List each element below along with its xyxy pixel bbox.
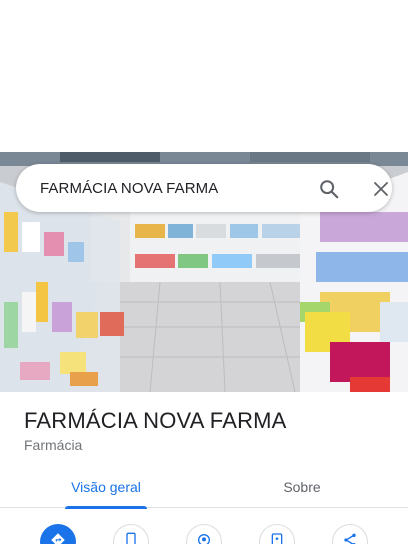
directions-icon (49, 531, 67, 544)
tab-bar: Visão geral Sobre (0, 466, 408, 509)
search-icon[interactable] (316, 176, 342, 202)
share-button[interactable] (332, 524, 368, 544)
close-icon[interactable] (368, 176, 394, 202)
location-pin-icon (196, 532, 212, 544)
call-button[interactable] (113, 524, 149, 544)
map-area-blank (0, 0, 408, 152)
place-category: Farmácia (24, 437, 83, 453)
action-buttons (0, 524, 408, 544)
tab-overview[interactable]: Visão geral (48, 466, 164, 509)
search-bar[interactable]: FARMÁCIA NOVA FARMA (16, 164, 392, 212)
save-icon (269, 532, 285, 544)
share-icon (342, 532, 358, 544)
directions-button[interactable] (40, 524, 76, 544)
place-title: FARMÁCIA NOVA FARMA (24, 408, 287, 433)
save-button[interactable] (259, 524, 295, 544)
tab-about[interactable]: Sobre (244, 466, 360, 508)
phone-icon (123, 532, 139, 544)
nearby-button[interactable] (186, 524, 222, 544)
